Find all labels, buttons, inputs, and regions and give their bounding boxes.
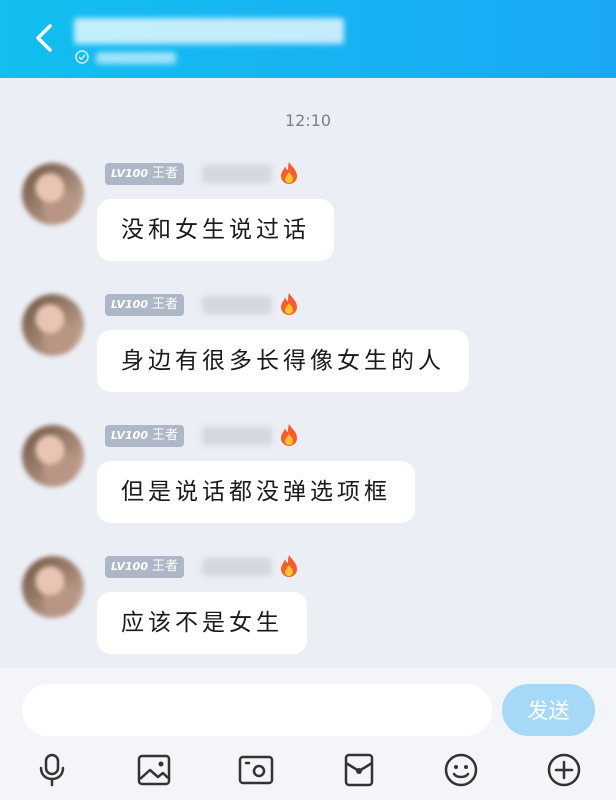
status-check-icon bbox=[75, 50, 89, 64]
avatar[interactable] bbox=[22, 425, 84, 487]
avatar[interactable] bbox=[22, 556, 84, 618]
contact-status-redacted bbox=[96, 52, 176, 64]
more-button[interactable] bbox=[546, 752, 582, 788]
rank-title: 王者 bbox=[151, 166, 178, 181]
plus-icon bbox=[547, 753, 581, 787]
voice-button[interactable] bbox=[34, 752, 70, 788]
fire-icon bbox=[281, 162, 297, 184]
rank-title: 王者 bbox=[151, 297, 178, 312]
fire-icon bbox=[281, 424, 297, 446]
message-bubble[interactable]: 身边有很多长得像女生的人 bbox=[97, 330, 469, 392]
chat-message: LV100 王者 身边有很多长得像女生的人 bbox=[0, 293, 616, 424]
avatar[interactable] bbox=[22, 163, 84, 225]
image-icon bbox=[137, 754, 171, 786]
contact-name-redacted bbox=[74, 18, 344, 44]
chevron-left-icon bbox=[36, 24, 52, 52]
message-bubble[interactable]: 但是说话都没弹选项框 bbox=[97, 461, 415, 523]
red-packet-button[interactable] bbox=[341, 752, 377, 788]
level-text: LV100 bbox=[111, 560, 148, 573]
emoji-button[interactable] bbox=[443, 752, 479, 788]
message-bubble[interactable]: 没和女生说过话 bbox=[97, 199, 334, 261]
camera-button[interactable] bbox=[238, 752, 274, 788]
fire-icon bbox=[281, 293, 297, 315]
avatar[interactable] bbox=[22, 294, 84, 356]
level-text: LV100 bbox=[111, 429, 148, 442]
message-timestamp: 12:10 bbox=[284, 111, 332, 130]
sender-name-redacted bbox=[202, 427, 272, 445]
emoji-icon bbox=[444, 753, 478, 787]
sender-name-redacted bbox=[202, 296, 272, 314]
level-badge: LV100 王者 bbox=[105, 163, 184, 185]
red-packet-icon bbox=[344, 753, 374, 787]
sender-name-redacted bbox=[202, 165, 272, 183]
level-text: LV100 bbox=[111, 167, 148, 180]
rank-title: 王者 bbox=[151, 559, 178, 574]
fire-icon bbox=[281, 555, 297, 577]
level-badge: LV100 王者 bbox=[105, 294, 184, 316]
sender-name-redacted bbox=[202, 558, 272, 576]
level-text: LV100 bbox=[111, 298, 148, 311]
chat-message: LV100 王者 但是说话都没弹选项框 bbox=[0, 424, 616, 555]
message-input[interactable] bbox=[22, 684, 492, 736]
send-button[interactable]: 发送 bbox=[502, 684, 595, 736]
chat-message: LV100 王者 没和女生说过话 bbox=[0, 162, 616, 293]
camera-icon bbox=[238, 755, 274, 785]
level-badge: LV100 王者 bbox=[105, 425, 184, 447]
rank-title: 王者 bbox=[151, 428, 178, 443]
composer-bar: 发送 bbox=[0, 668, 616, 800]
back-button[interactable] bbox=[26, 20, 62, 56]
microphone-icon bbox=[39, 753, 65, 787]
message-bubble[interactable]: 应该不是女生 bbox=[97, 592, 307, 654]
chat-message: LV100 王者 应该不是女生 bbox=[0, 555, 616, 686]
image-button[interactable] bbox=[136, 752, 172, 788]
chat-header bbox=[0, 0, 616, 78]
level-badge: LV100 王者 bbox=[105, 556, 184, 578]
